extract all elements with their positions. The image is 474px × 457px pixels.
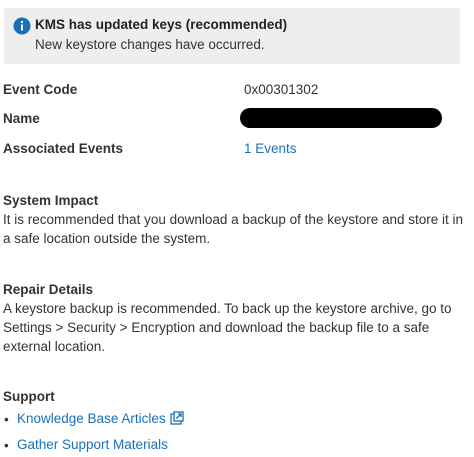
gather-support-materials-link[interactable]: Gather Support Materials xyxy=(17,437,168,452)
system-impact-body: It is recommended that you download a ba… xyxy=(3,212,464,246)
repair-details-body: A keystore backup is recommended. To bac… xyxy=(3,301,452,354)
banner-subtitle: New keystore changes have occurred. xyxy=(35,37,265,52)
external-link-icon[interactable] xyxy=(169,411,184,425)
event-code-label: Event Code xyxy=(3,82,78,97)
name-label: Name xyxy=(3,111,40,126)
event-code-value: 0x00301302 xyxy=(244,82,319,97)
redacted-name-value xyxy=(240,108,442,128)
gather-support-materials-label[interactable]: Gather Support Materials xyxy=(17,437,168,452)
bullet-marker: • xyxy=(4,438,9,453)
repair-details-title: Repair Details xyxy=(3,282,94,297)
associated-events-label: Associated Events xyxy=(3,141,124,156)
bullet-marker: • xyxy=(4,412,9,427)
system-impact-title: System Impact xyxy=(3,193,99,208)
banner-title: KMS has updated keys (recommended) xyxy=(35,17,288,32)
info-icon xyxy=(13,17,31,35)
support-title: Support xyxy=(3,389,55,404)
alert-banner: KMS has updated keys (recommended) New k… xyxy=(4,8,460,64)
knowledge-base-articles-label[interactable]: Knowledge Base Articles xyxy=(17,411,166,426)
knowledge-base-articles-link[interactable]: Knowledge Base Articles xyxy=(17,411,184,426)
associated-events-link[interactable]: 1 Events xyxy=(244,141,297,156)
